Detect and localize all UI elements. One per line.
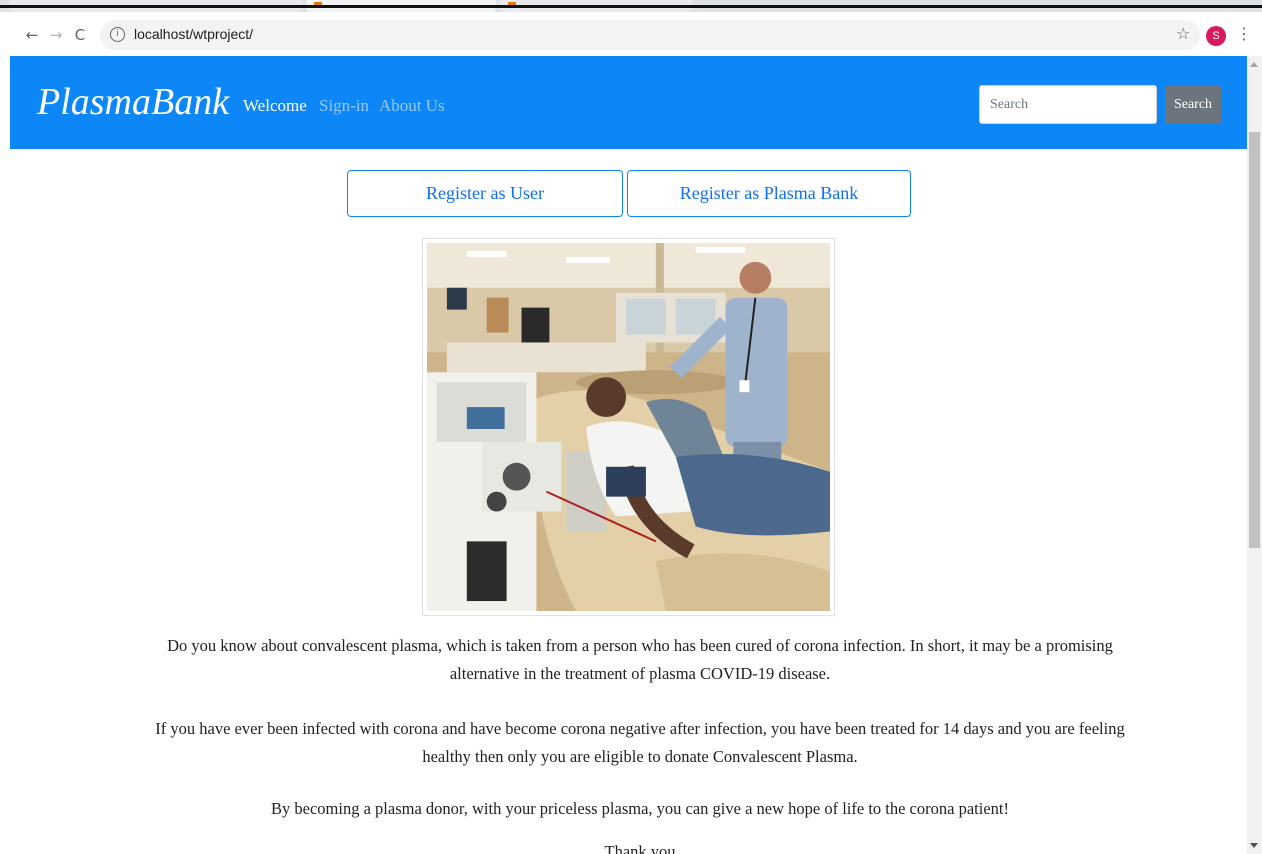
nav-link-about-us[interactable]: About Us <box>379 96 445 116</box>
eligibility-paragraph: If you have ever been infected with coro… <box>155 719 1125 766</box>
register-user-button[interactable]: Register as User <box>347 170 623 217</box>
thank-you-text: Thank you <box>604 842 676 854</box>
search-input[interactable] <box>979 85 1157 124</box>
nav-link-sign-in[interactable]: Sign-in <box>319 96 369 116</box>
page-scrollbar[interactable] <box>1247 56 1262 854</box>
kebab-icon[interactable]: ⋮ <box>1236 24 1252 43</box>
scroll-down-icon[interactable] <box>1250 843 1258 848</box>
window-edge <box>0 5 1262 8</box>
donor-paragraph: By becoming a plasma donor, with your pr… <box>271 799 1009 818</box>
scroll-up-icon[interactable] <box>1250 62 1258 67</box>
browser-toolbar: ← → C i localhost/wtproject/ ☆ S ⋮ <box>0 14 1262 56</box>
star-icon[interactable]: ☆ <box>1176 24 1190 43</box>
register-plasma-bank-button[interactable]: Register as Plasma Bank <box>627 170 911 217</box>
nav-link-welcome[interactable]: Welcome <box>243 96 307 116</box>
scroll-thumb[interactable] <box>1249 132 1260 548</box>
arrow-left-icon[interactable]: ← <box>22 24 42 46</box>
info-icon[interactable]: i <box>110 27 125 42</box>
profile-avatar[interactable]: S <box>1206 26 1226 46</box>
address-url[interactable]: localhost/wtproject/ <box>134 26 253 42</box>
brand-logo[interactable]: PlasmaBank <box>37 80 229 124</box>
reload-icon[interactable]: C <box>70 24 90 46</box>
intro-paragraph: Do you know about convalescent plasma, w… <box>167 636 1113 683</box>
photo-illustration <box>427 243 830 611</box>
plasma-donation-photo <box>422 238 835 616</box>
site-navbar: PlasmaBank Welcome Sign-in About Us Sear… <box>10 56 1247 149</box>
address-bar[interactable]: i localhost/wtproject/ <box>100 20 1200 50</box>
arrow-right-icon[interactable]: → <box>46 24 66 46</box>
search-button[interactable]: Search <box>1165 85 1221 124</box>
